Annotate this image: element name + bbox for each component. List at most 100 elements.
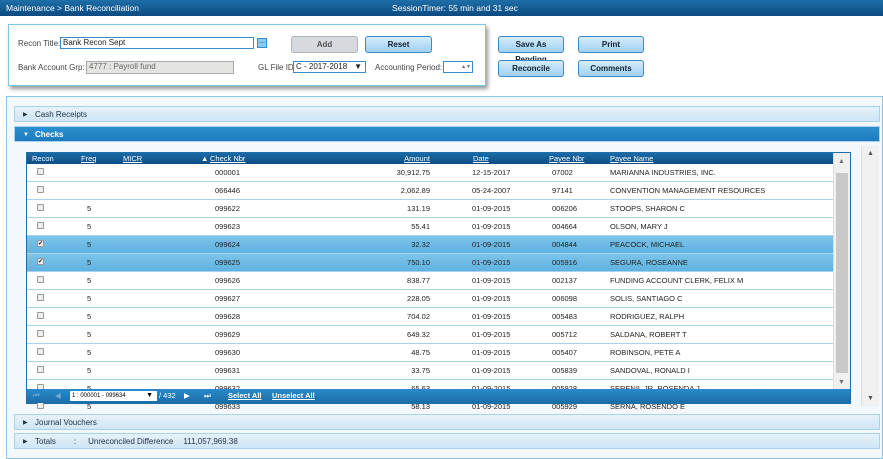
- date-cell: 05-24-2007: [472, 186, 511, 195]
- date-cell: 01-09-2015: [472, 276, 511, 285]
- col-micr[interactable]: MICR: [123, 153, 142, 164]
- comments-button[interactable]: Comments: [578, 60, 644, 77]
- section-cash-receipts[interactable]: ▶ Cash Receipts: [14, 106, 880, 122]
- col-check-nbr[interactable]: Check Nbr: [210, 153, 245, 164]
- section-label: Cash Receipts: [35, 110, 88, 119]
- date-cell: 01-09-2015: [472, 204, 511, 213]
- date-cell: 01-09-2015: [472, 330, 511, 339]
- recon-checkbox[interactable]: ✔: [37, 240, 44, 247]
- gl-file-select[interactable]: C - 2017-2018 ▼: [293, 61, 366, 73]
- check-nbr-cell: 099627: [215, 294, 241, 303]
- reset-button[interactable]: Reset: [365, 36, 432, 53]
- date-cell: 01-09-2015: [472, 312, 511, 321]
- recon-checkbox[interactable]: [37, 186, 44, 193]
- table-row[interactable]: 5 099631 33.75 01-09-2015 005839 SANDOVA…: [27, 362, 833, 380]
- col-payee-nbr[interactable]: Payee Nbr: [549, 153, 584, 164]
- recon-checkbox[interactable]: [37, 312, 44, 319]
- recon-checkbox[interactable]: ✔: [37, 258, 44, 265]
- recon-checkbox[interactable]: [37, 294, 44, 301]
- table-row[interactable]: 5 099622 131.19 01-09-2015 006206 STOOPS…: [27, 200, 833, 218]
- payee-nbr-cell: 97141: [552, 186, 573, 195]
- grid-scrollbar[interactable]: ▲ ▼: [833, 153, 850, 389]
- amount-cell: 48.75: [411, 348, 430, 357]
- col-date[interactable]: Date: [473, 153, 489, 164]
- amount-cell: 33.75: [411, 366, 430, 375]
- bank-grp-label: Bank Account Grp:: [18, 63, 85, 72]
- save-as-pending-button[interactable]: Save As Pending: [498, 36, 564, 64]
- recon-checkbox[interactable]: [37, 222, 44, 229]
- amount-cell: 131.19: [407, 204, 430, 213]
- col-recon[interactable]: Recon: [32, 153, 54, 164]
- date-cell: 12-15-2017: [472, 168, 511, 177]
- section-totals[interactable]: ▶ Totals: Unreconciled Difference 111,057,9…: [14, 433, 880, 449]
- page-range: 1 : 000001 - 099634: [72, 393, 126, 399]
- table-row[interactable]: 000001 30,912.75 12-15-2017 07002 MARIAN…: [27, 164, 833, 182]
- outer-scrollbar[interactable]: ▲ ▼: [861, 146, 879, 406]
- print-button[interactable]: Print: [578, 36, 644, 53]
- checks-grid: Recon Freq MICR ▲ Check Nbr Amount Date …: [26, 152, 851, 434]
- prev-page-icon[interactable]: ◀: [55, 389, 61, 403]
- recon-checkbox[interactable]: [37, 168, 44, 175]
- freq-cell: 5: [87, 276, 92, 285]
- payee-nbr-cell: 002137: [552, 276, 578, 285]
- reconcile-button[interactable]: Reconcile: [498, 60, 564, 77]
- amount-cell: 32.32: [411, 240, 430, 249]
- table-row[interactable]: 5 099628 704.02 01-09-2015 005483 RODRIG…: [27, 308, 833, 326]
- page-select[interactable]: 1 : 000001 - 099634 ▼: [70, 391, 157, 401]
- section-journal-vouchers[interactable]: ▶ Journal Vouchers: [14, 414, 880, 430]
- payee-name-cell: SALDANA, ROBERT T: [610, 330, 687, 339]
- section-label: Journal Vouchers: [35, 418, 97, 427]
- recon-checkbox[interactable]: [37, 348, 44, 355]
- next-page-icon[interactable]: ▶: [184, 389, 190, 403]
- section-label: Checks: [35, 130, 64, 139]
- browse-button[interactable]: ...: [257, 38, 267, 48]
- recon-title-label: Recon Title:: [18, 39, 61, 48]
- period-spinner[interactable]: ▲▼: [443, 61, 473, 73]
- add-button[interactable]: Add: [291, 36, 358, 53]
- recon-checkbox[interactable]: [37, 402, 44, 409]
- select-all-link[interactable]: Select All: [228, 389, 262, 403]
- recon-title-input[interactable]: Bank Recon Sept: [60, 37, 254, 49]
- scroll-thumb[interactable]: [836, 173, 848, 373]
- first-page-icon[interactable]: ⏮: [33, 389, 40, 403]
- expand-icon: ▶: [23, 439, 28, 445]
- date-cell: 01-09-2015: [472, 294, 511, 303]
- bank-grp-input: 4777 : Payroll fund: [86, 61, 234, 74]
- table-row[interactable]: 5 099627 228.05 01-09-2015 006098 SOLIS,…: [27, 290, 833, 308]
- table-row[interactable]: 5 099623 55.41 01-09-2015 004664 OLSON, …: [27, 218, 833, 236]
- table-row[interactable]: 5 099630 48.75 01-09-2015 005407 ROBINSO…: [27, 344, 833, 362]
- check-nbr-cell: 099625: [215, 258, 241, 267]
- col-freq[interactable]: Freq: [81, 153, 96, 164]
- payee-name-cell: STOOPS, SHARON C: [610, 204, 685, 213]
- table-row[interactable]: 066446 2,062.89 05-24-2007 97141 CONVENT…: [27, 182, 833, 200]
- payee-nbr-cell: 005483: [552, 312, 578, 321]
- freq-cell: 5: [87, 258, 92, 267]
- check-nbr-cell: 099631: [215, 366, 241, 375]
- expand-icon: ▶: [23, 112, 28, 118]
- payee-name-cell: RODRIGUEZ, RALPH: [610, 312, 685, 321]
- recon-checkbox[interactable]: [37, 330, 44, 337]
- freq-cell: 5: [87, 348, 92, 357]
- diff-label: Unreconciled Difference: [88, 437, 174, 446]
- freq-cell: 5: [87, 294, 92, 303]
- last-page-icon[interactable]: ⏭: [204, 389, 211, 403]
- unselect-all-link[interactable]: Unselect All: [272, 389, 315, 403]
- table-row[interactable]: ✔ 5 099624 32.32 01-09-2015 004844 PEACO…: [27, 236, 833, 254]
- date-cell: 01-09-2015: [472, 258, 511, 267]
- grid-header: Recon Freq MICR ▲ Check Nbr Amount Date …: [27, 153, 833, 164]
- table-row[interactable]: ✔ 5 099625 750.10 01-09-2015 005916 SEGU…: [27, 254, 833, 272]
- pager: ⏮ ◀ 1 : 000001 - 099634 ▼ / 432 ▶ ⏭ Selec…: [27, 389, 850, 403]
- table-row[interactable]: 5 099626 838.77 01-09-2015 002137 FUNDIN…: [27, 272, 833, 290]
- spinner-icon: ▲▼: [461, 64, 471, 70]
- col-amount[interactable]: Amount: [404, 153, 430, 164]
- recon-checkbox[interactable]: [37, 204, 44, 211]
- check-nbr-cell: 099624: [215, 240, 241, 249]
- section-checks[interactable]: ▼ Checks: [14, 126, 880, 142]
- table-row[interactable]: 5 099629 649.32 01-09-2015 005712 SALDAN…: [27, 326, 833, 344]
- recon-checkbox[interactable]: [37, 276, 44, 283]
- freq-cell: 5: [87, 312, 92, 321]
- session-timer: SessionTimer: 55 min and 31 sec: [392, 3, 518, 13]
- date-cell: 01-09-2015: [472, 240, 511, 249]
- col-payee-name[interactable]: Payee Name: [610, 153, 653, 164]
- recon-checkbox[interactable]: [37, 366, 44, 373]
